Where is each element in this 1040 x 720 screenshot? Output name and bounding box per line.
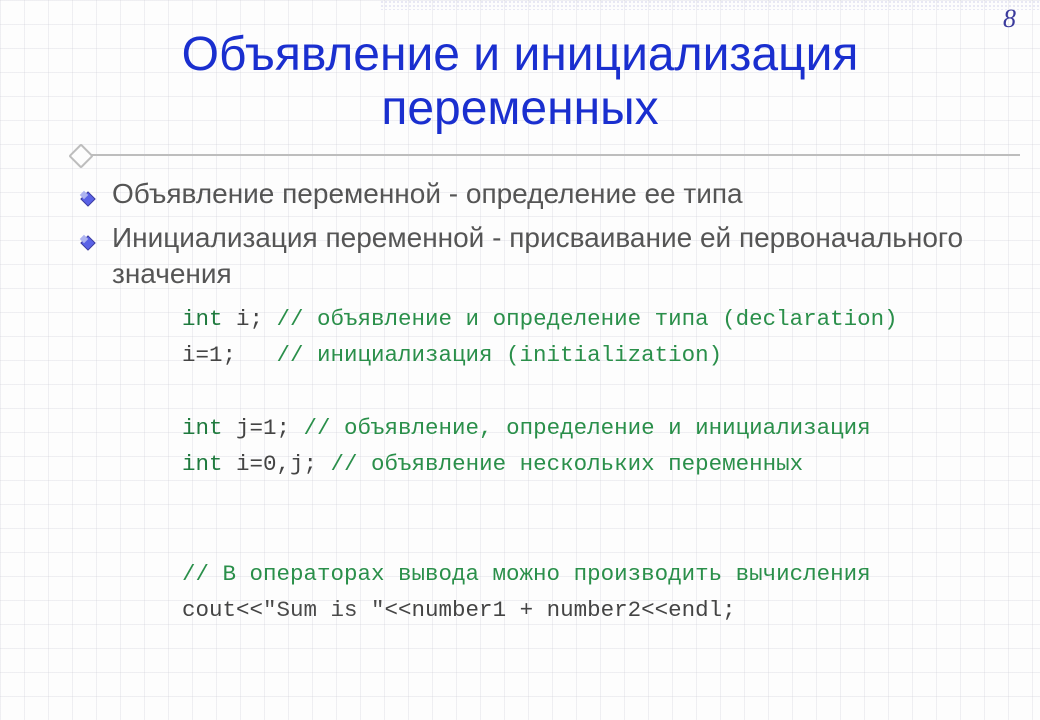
bullet-list: Объявление переменной - определение ее т…: [78, 176, 1012, 293]
code-comment: // объявление, определение и инициализац…: [304, 415, 871, 441]
code-text: <<number1 + number2<<endl;: [385, 597, 736, 623]
bullet-text: Инициализация переменной - присваивание …: [112, 222, 963, 289]
list-item: Инициализация переменной - присваивание …: [78, 220, 1012, 293]
code-text: i=0,j;: [223, 451, 331, 477]
code-keyword: int: [182, 451, 223, 477]
code-text: j=1;: [223, 415, 304, 441]
header-texture: [380, 0, 1040, 10]
code-string: "Sum is ": [263, 597, 385, 623]
code-comment: // В операторах вывода можно производить…: [182, 561, 871, 587]
bullet-text: Объявление переменной - определение ее т…: [112, 178, 743, 209]
slide-title: Объявление и инициализация переменных: [40, 0, 1000, 136]
code-comment: // инициализация (initialization): [277, 342, 723, 368]
code-text: i=1;: [182, 342, 277, 368]
code-comment: // объявление нескольких переменных: [331, 451, 804, 477]
page-number: 8: [1003, 4, 1016, 34]
diamond-bullet-icon: [78, 226, 98, 246]
code-text: i;: [223, 306, 277, 332]
code-keyword: int: [182, 306, 223, 332]
code-text: cout<<: [182, 597, 263, 623]
code-comment: // объявление и определение типа (declar…: [277, 306, 898, 332]
code-keyword: int: [182, 415, 223, 441]
slide-content: Объявление переменной - определение ее т…: [0, 176, 1040, 629]
code-block: int i; // объявление и определение типа …: [182, 301, 1012, 629]
list-item: Объявление переменной - определение ее т…: [78, 176, 1012, 212]
title-divider: [20, 154, 1020, 166]
diamond-bullet-icon: [78, 182, 98, 202]
